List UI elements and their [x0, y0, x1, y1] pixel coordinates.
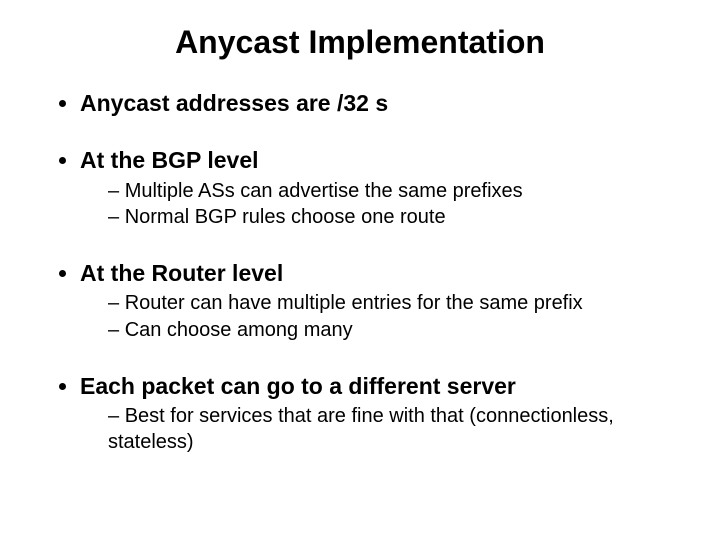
slide-title: Anycast Implementation	[40, 24, 680, 61]
bullet-router-level: At the Router level Router can have mult…	[80, 259, 680, 344]
bullet-text: Anycast addresses are /32 s	[80, 90, 388, 116]
sub-list: Multiple ASs can advertise the same pref…	[80, 179, 680, 231]
slide: Anycast Implementation Anycast addresses…	[0, 0, 720, 540]
sub-bullet: Router can have multiple entries for the…	[108, 291, 680, 317]
sub-bullet: Multiple ASs can advertise the same pref…	[108, 179, 680, 205]
sub-bullet: Can choose among many	[108, 318, 680, 344]
bullet-bgp-level: At the BGP level Multiple ASs can advert…	[80, 146, 680, 231]
bullet-text: Each packet can go to a different server	[80, 373, 516, 399]
bullet-anycast-addresses: Anycast addresses are /32 s	[80, 89, 680, 118]
bullet-text: At the BGP level	[80, 147, 259, 173]
bullet-text: At the Router level	[80, 260, 283, 286]
bullet-each-packet: Each packet can go to a different server…	[80, 372, 680, 456]
sub-bullet: Best for services that are fine with tha…	[108, 404, 680, 455]
bullet-list: Anycast addresses are /32 s At the BGP l…	[40, 89, 680, 456]
sub-list: Router can have multiple entries for the…	[80, 291, 680, 343]
sub-list: Best for services that are fine with tha…	[80, 404, 680, 455]
sub-bullet: Normal BGP rules choose one route	[108, 205, 680, 231]
